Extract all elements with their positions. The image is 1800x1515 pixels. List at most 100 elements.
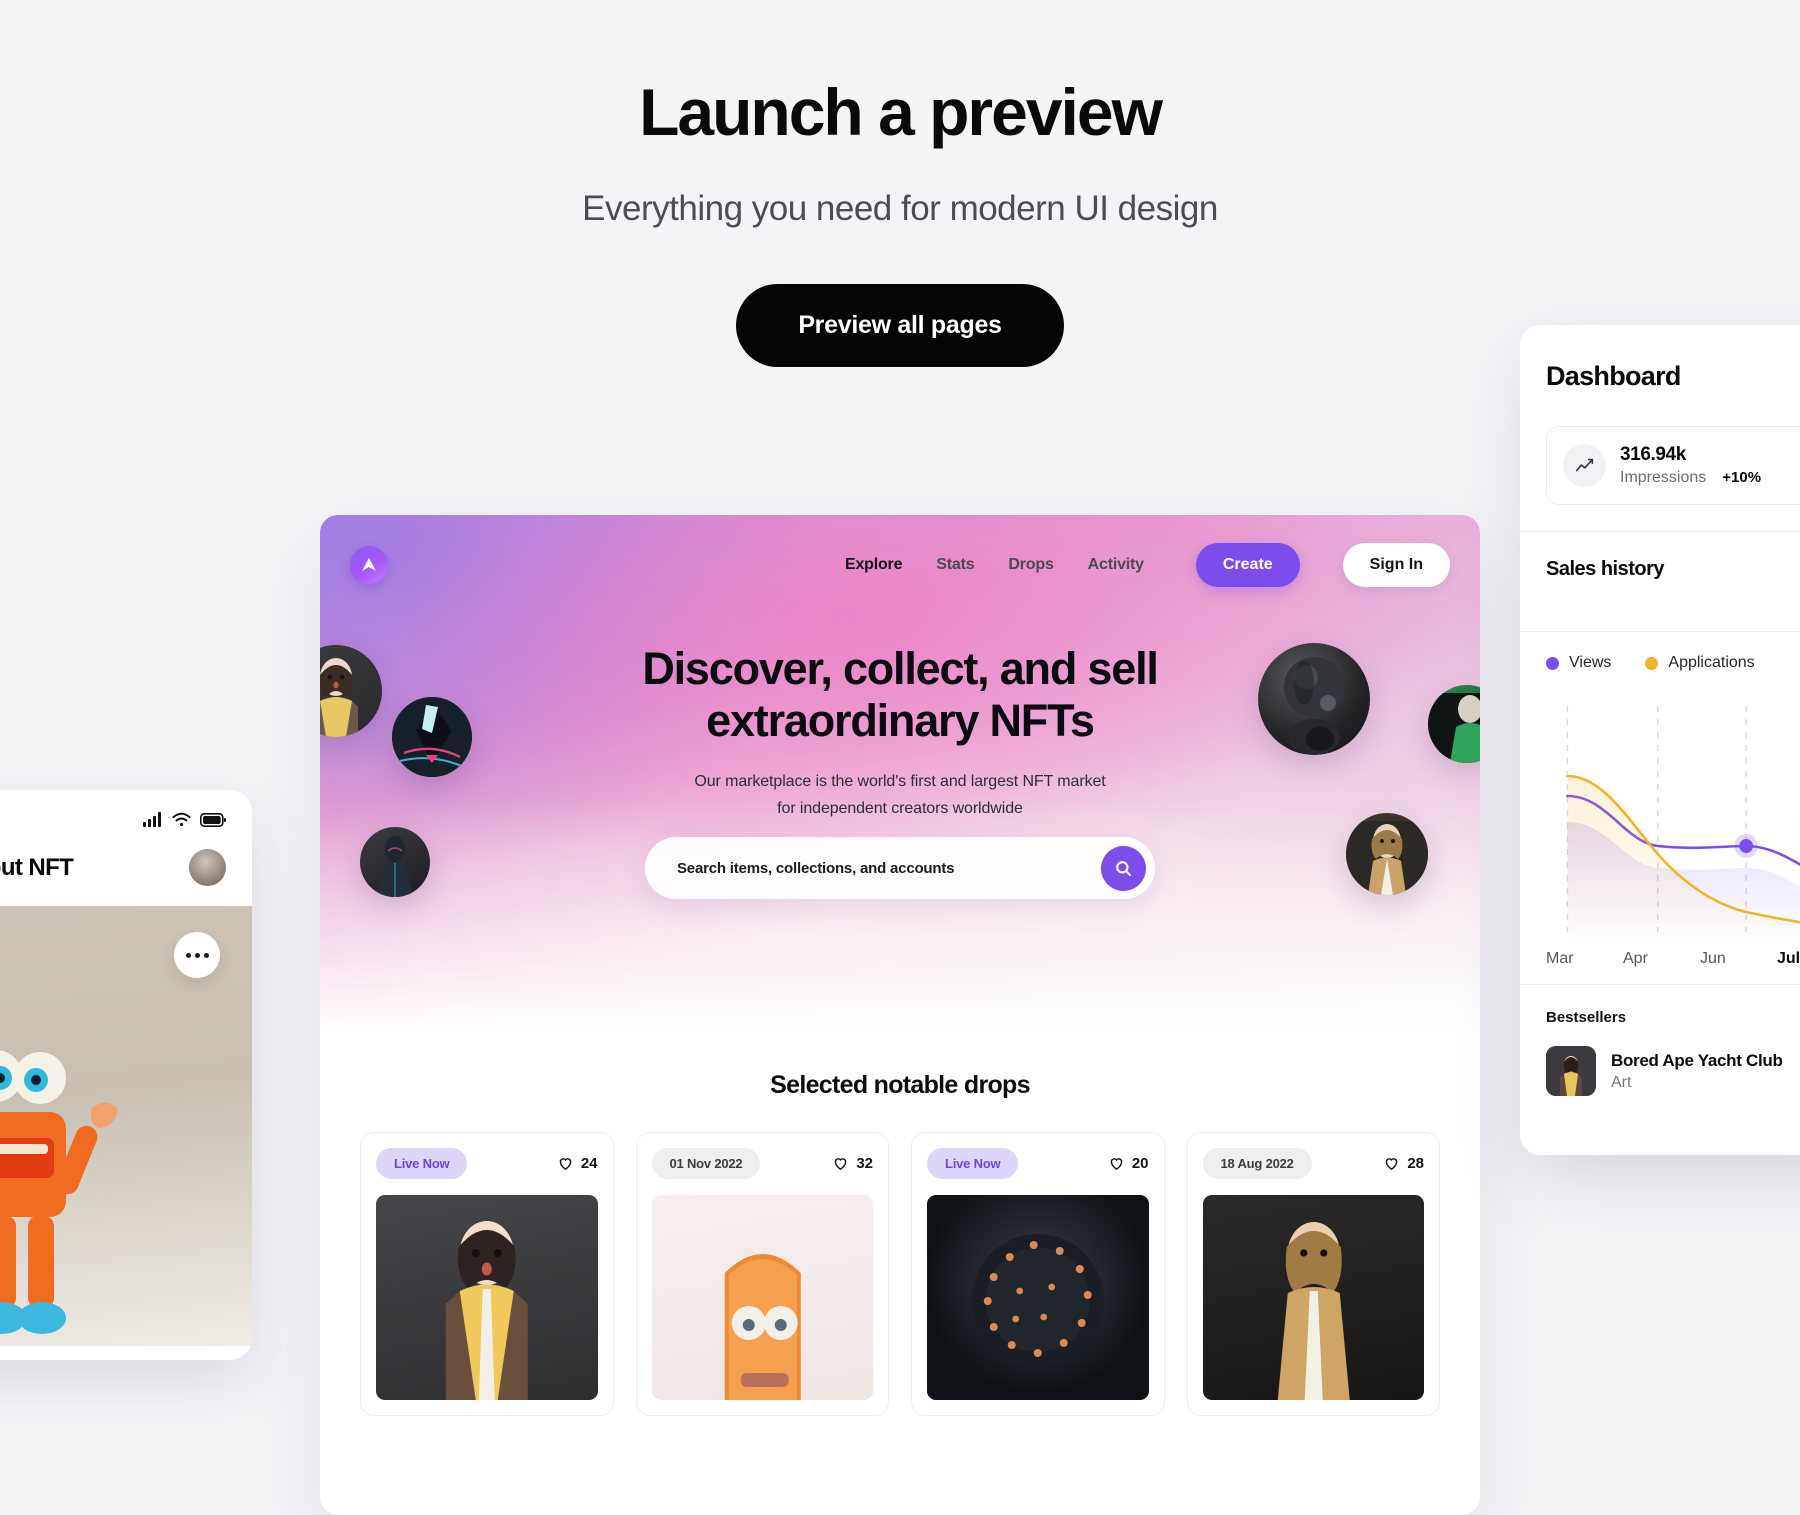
hero-paragraph-line2: for independent creators worldwide (777, 799, 1023, 817)
bored-ape-thumbnail-icon (1546, 1046, 1596, 1096)
preview-all-pages-button[interactable]: Preview all pages (736, 284, 1064, 368)
nft-marketplace-mockup: Explore Stats Drops Activity Create Sign… (320, 515, 1480, 1515)
likes-count: 28 (1407, 1155, 1424, 1172)
hero-heading-line2: extraordinary NFTs (706, 695, 1095, 747)
likes-count: 32 (856, 1155, 873, 1172)
mobile-header: About NFT (0, 827, 252, 906)
stat-text-block: 316.94k Impressions +10% (1620, 444, 1761, 487)
dark-sphere-cluster-icon (971, 1234, 1104, 1366)
drop-card-header: Live Now 20 (927, 1148, 1149, 1179)
create-button[interactable]: Create (1195, 543, 1300, 587)
hero-paragraph: Our marketplace is the world's first and… (320, 769, 1480, 822)
status-badge: Live Now (927, 1148, 1019, 1179)
hero-paragraph-line1: Our marketplace is the world's first and… (694, 773, 1106, 791)
drop-artwork (651, 1195, 873, 1400)
more-options-button[interactable] (174, 932, 220, 978)
drop-card-header: 18 Aug 2022 28 (1202, 1148, 1424, 1179)
hero-copy: Discover, collect, and sell extraordinar… (320, 643, 1480, 822)
hero-heading-line1: Discover, collect, and sell (642, 643, 1159, 694)
mobile-status-bar (0, 790, 252, 827)
likes-count: 24 (580, 1155, 598, 1172)
legend-dot-views (1546, 656, 1559, 670)
nft-navbar: Explore Stats Drops Activity Create Sign… (320, 537, 1480, 593)
drop-artwork (1202, 1195, 1424, 1400)
dashboard-panel: Dashboard 316.94k Impressions +10% Sales… (1520, 325, 1800, 1155)
status-badge: 18 Aug 2022 (1202, 1148, 1312, 1179)
wifi-icon (172, 812, 191, 827)
page-title: Launch a preview (639, 75, 1163, 149)
drop-card[interactable]: 18 Aug 2022 28 (1186, 1132, 1440, 1416)
status-badge: Live Now (376, 1148, 468, 1179)
likes-counter[interactable]: 28 (1383, 1155, 1424, 1172)
search-submit-button[interactable] (1101, 845, 1146, 891)
nav-item-activity[interactable]: Activity (1088, 556, 1144, 574)
chart-svg (1566, 706, 1800, 942)
chart-point-active (1739, 839, 1754, 853)
drop-artwork (927, 1195, 1149, 1400)
drop-card[interactable]: Live Now 20 (911, 1132, 1165, 1416)
drop-card-header: Live Now 24 (376, 1148, 598, 1179)
drop-artwork (376, 1195, 598, 1400)
sales-history-chart[interactable]: Jun 19 1.324 (1538, 692, 1800, 942)
magnifier-icon (1116, 860, 1132, 876)
furry-orange-creature-icon (724, 1254, 801, 1400)
legend-label-applications: Applications (1668, 654, 1755, 671)
nav-item-drops[interactable]: Drops (1008, 556, 1053, 574)
heart-icon (559, 1158, 572, 1171)
dashboard-title: Dashboard (1546, 361, 1681, 391)
legend-item-applications[interactable]: Applications (1645, 654, 1755, 672)
mobile-app-mockup: About NFT (0, 790, 252, 1360)
drop-card[interactable]: 01 Nov 2022 32 (635, 1132, 889, 1416)
bestsellers-section: Bestsellers Bored Ape Yacht Club Art (1520, 984, 1800, 1096)
x-tick-jul: Jul (1777, 950, 1800, 967)
more-dots-icon (194, 952, 200, 958)
search-input[interactable] (677, 859, 1101, 877)
bestseller-text: Bored Ape Yacht Club Art (1611, 1051, 1783, 1092)
stat-label: Impressions (1620, 469, 1707, 486)
nav-item-explore[interactable]: Explore (845, 556, 902, 574)
heart-icon (835, 1158, 847, 1171)
likes-count: 20 (1131, 1155, 1149, 1172)
blonde-figure-artwork-icon (1277, 1222, 1350, 1400)
floating-artwork-figure-dark (360, 827, 430, 897)
bestsellers-heading: Bestsellers (1546, 1009, 1627, 1026)
legend-label-views: Views (1569, 654, 1612, 671)
stat-meta: Impressions +10% (1620, 469, 1761, 487)
signal-icon (143, 812, 161, 827)
heart-icon (1110, 1158, 1123, 1171)
nav-links: Explore Stats Drops Activity Create Sign… (845, 543, 1450, 587)
bestseller-category: Art (1611, 1073, 1632, 1091)
x-tick-mar: Mar (1546, 950, 1574, 967)
chart-x-axis: Mar Apr Jun Jul (1520, 942, 1800, 968)
avatar[interactable] (189, 849, 226, 886)
impressions-stat-card[interactable]: 316.94k Impressions +10% (1546, 426, 1800, 505)
page-header: Launch a preview Everything you need for… (0, 0, 1800, 368)
stat-delta: +10% (1722, 469, 1762, 486)
mobile-artwork-area (0, 906, 252, 1346)
battery-icon (200, 812, 226, 827)
stat-icon-wrap (1563, 444, 1606, 487)
legend-item-views[interactable]: Views (1546, 654, 1611, 672)
likes-counter[interactable]: 32 (832, 1155, 873, 1172)
drop-card-header: 01 Nov 2022 32 (651, 1148, 873, 1179)
status-badge: 01 Nov 2022 (651, 1148, 761, 1179)
orange-robot-artwork-icon (0, 1050, 118, 1334)
arrow-up-logo-icon (362, 558, 376, 571)
likes-counter[interactable]: 24 (557, 1155, 598, 1172)
drop-card[interactable]: Live Now 24 (360, 1132, 614, 1416)
mobile-page-title: About NFT (0, 853, 74, 881)
bestseller-thumbnail (1546, 1046, 1596, 1096)
signin-button[interactable]: Sign In (1342, 543, 1450, 587)
dark-figure-icon (377, 836, 413, 897)
hero-heading: Discover, collect, and sell extraordinar… (320, 643, 1480, 747)
hero-search-bar[interactable] (645, 837, 1155, 899)
list-item[interactable]: Bored Ape Yacht Club Art (1546, 1046, 1800, 1096)
brand-logo[interactable] (350, 546, 388, 584)
nav-item-stats[interactable]: Stats (936, 556, 974, 574)
legend-dot-applications (1645, 656, 1659, 670)
chart-legend: Views Applications (1520, 632, 1800, 672)
drops-grid: Live Now 24 01 Nov 2022 32 Live Now 20 1… (360, 1132, 1440, 1416)
likes-counter[interactable]: 20 (1108, 1155, 1149, 1172)
x-tick-jun: Jun (1700, 950, 1726, 967)
heart-icon (1386, 1158, 1398, 1171)
